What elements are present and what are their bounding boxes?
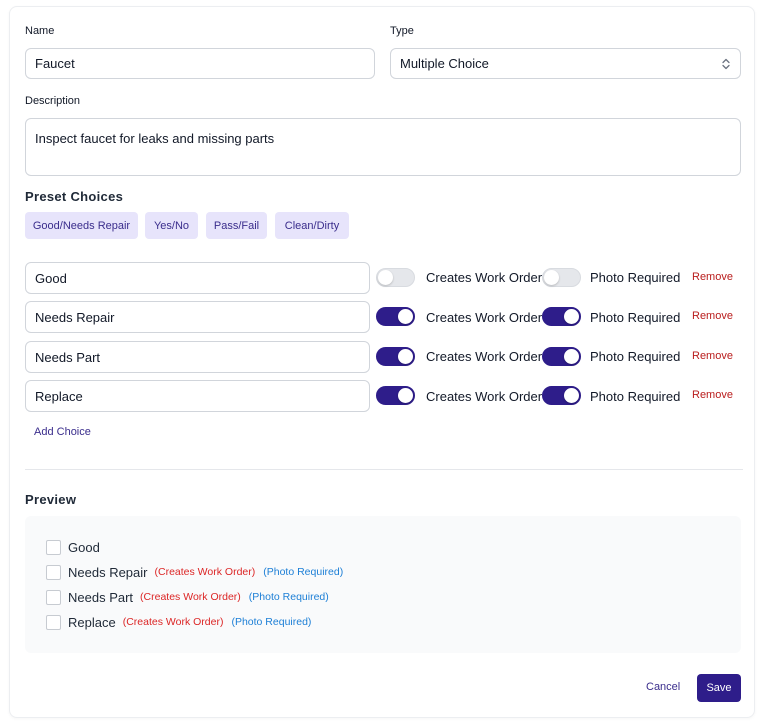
preset-chip-yes-no[interactable]: Yes/No	[145, 212, 198, 239]
name-input[interactable]: Faucet	[25, 48, 375, 79]
photo-required-toggle[interactable]	[542, 386, 581, 405]
preview-item-label: Good	[68, 539, 100, 555]
work-order-tag: (Creates Work Order)	[154, 566, 256, 578]
description-value: Inspect faucet for leaks and missing par…	[35, 131, 275, 146]
preview-checkbox[interactable]	[46, 589, 61, 605]
photo-required-toggle[interactable]	[542, 307, 581, 326]
chevron-updown-icon	[722, 58, 730, 69]
photo-required-tag: (Photo Required)	[231, 616, 312, 628]
description-textarea[interactable]: Inspect faucet for leaks and missing par…	[25, 118, 741, 176]
photo-required-toggle[interactable]	[542, 347, 581, 366]
remove-choice-button[interactable]: Remove	[692, 310, 733, 322]
creates-work-order-toggle[interactable]	[376, 268, 415, 287]
name-input-value: Faucet	[35, 56, 75, 71]
preview-item-needs-part: Needs Part (Creates Work Order) (Photo R…	[46, 589, 329, 605]
photo-required-label: Photo Required	[590, 349, 681, 364]
remove-choice-button[interactable]: Remove	[692, 350, 733, 362]
creates-work-order-toggle[interactable]	[376, 307, 415, 326]
divider	[25, 469, 743, 470]
add-choice-button[interactable]: Add Choice	[34, 426, 91, 438]
preset-chip-good-needs-repair[interactable]: Good/Needs Repair	[25, 212, 138, 239]
creates-work-order-label: Creates Work Order	[426, 349, 543, 364]
preview-item-label: Needs Part	[68, 589, 134, 605]
preview-panel	[25, 516, 741, 653]
preview-item-replace: Replace (Creates Work Order) (Photo Requ…	[46, 614, 311, 630]
creates-work-order-label: Creates Work Order	[426, 389, 543, 404]
creates-work-order-label: Creates Work Order	[426, 270, 543, 285]
cancel-button[interactable]: Cancel	[646, 681, 680, 693]
preset-chip-pass-fail[interactable]: Pass/Fail	[206, 212, 267, 239]
preview-checkbox[interactable]	[46, 539, 61, 555]
choice-input-value: Needs Repair	[35, 309, 115, 325]
description-label: Description	[25, 95, 81, 107]
save-button[interactable]: Save	[697, 674, 741, 702]
preview-checkbox[interactable]	[46, 564, 61, 580]
preview-checkbox[interactable]	[46, 614, 61, 630]
creates-work-order-toggle[interactable]	[376, 347, 415, 366]
preset-choices-title: Preset Choices	[25, 189, 124, 204]
work-order-tag: (Creates Work Order)	[122, 616, 224, 628]
remove-choice-button[interactable]: Remove	[692, 389, 733, 401]
preview-title: Preview	[25, 492, 77, 507]
preset-chip-clean-dirty[interactable]: Clean/Dirty	[275, 212, 349, 239]
choice-input-good[interactable]: Good	[25, 262, 370, 294]
photo-required-label: Photo Required	[590, 270, 681, 285]
type-select[interactable]: Multiple Choice	[390, 48, 741, 79]
photo-required-label: Photo Required	[590, 310, 681, 325]
work-order-tag: (Creates Work Order)	[140, 591, 241, 603]
choice-input-value: Replace	[35, 388, 83, 404]
choice-input-replace[interactable]: Replace	[25, 380, 370, 412]
type-label: Type	[390, 25, 414, 37]
photo-required-tag: (Photo Required)	[248, 591, 329, 603]
preview-item-needs-repair: Needs Repair (Creates Work Order) (Photo…	[46, 564, 343, 580]
name-label: Name	[25, 25, 55, 37]
preview-item-good: Good	[46, 539, 107, 555]
type-select-value: Multiple Choice	[400, 56, 489, 71]
creates-work-order-toggle[interactable]	[376, 386, 415, 405]
photo-required-tag: (Photo Required)	[263, 566, 344, 578]
choice-input-value: Needs Part	[35, 349, 101, 365]
choice-input-value: Good	[35, 270, 67, 286]
remove-choice-button[interactable]: Remove	[692, 271, 733, 283]
choice-input-needs-part[interactable]: Needs Part	[25, 341, 370, 373]
choice-input-needs-repair[interactable]: Needs Repair	[25, 301, 370, 333]
creates-work-order-label: Creates Work Order	[426, 310, 543, 325]
preview-item-label: Replace	[68, 614, 116, 630]
preview-item-label: Needs Repair	[68, 564, 148, 580]
photo-required-toggle[interactable]	[542, 268, 581, 287]
photo-required-label: Photo Required	[590, 389, 681, 404]
